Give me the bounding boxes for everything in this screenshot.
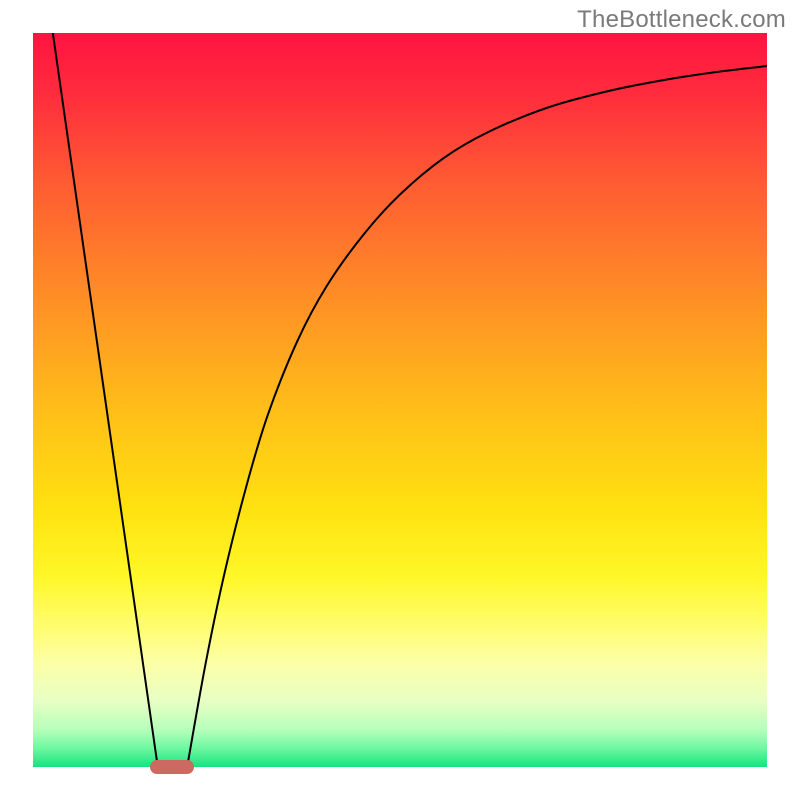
baseline-marker: [150, 760, 194, 774]
watermark-text: TheBottleneck.com: [577, 6, 786, 34]
plot-frame: [33, 33, 767, 767]
gradient-background: [33, 33, 767, 767]
plot-svg: [33, 33, 767, 767]
